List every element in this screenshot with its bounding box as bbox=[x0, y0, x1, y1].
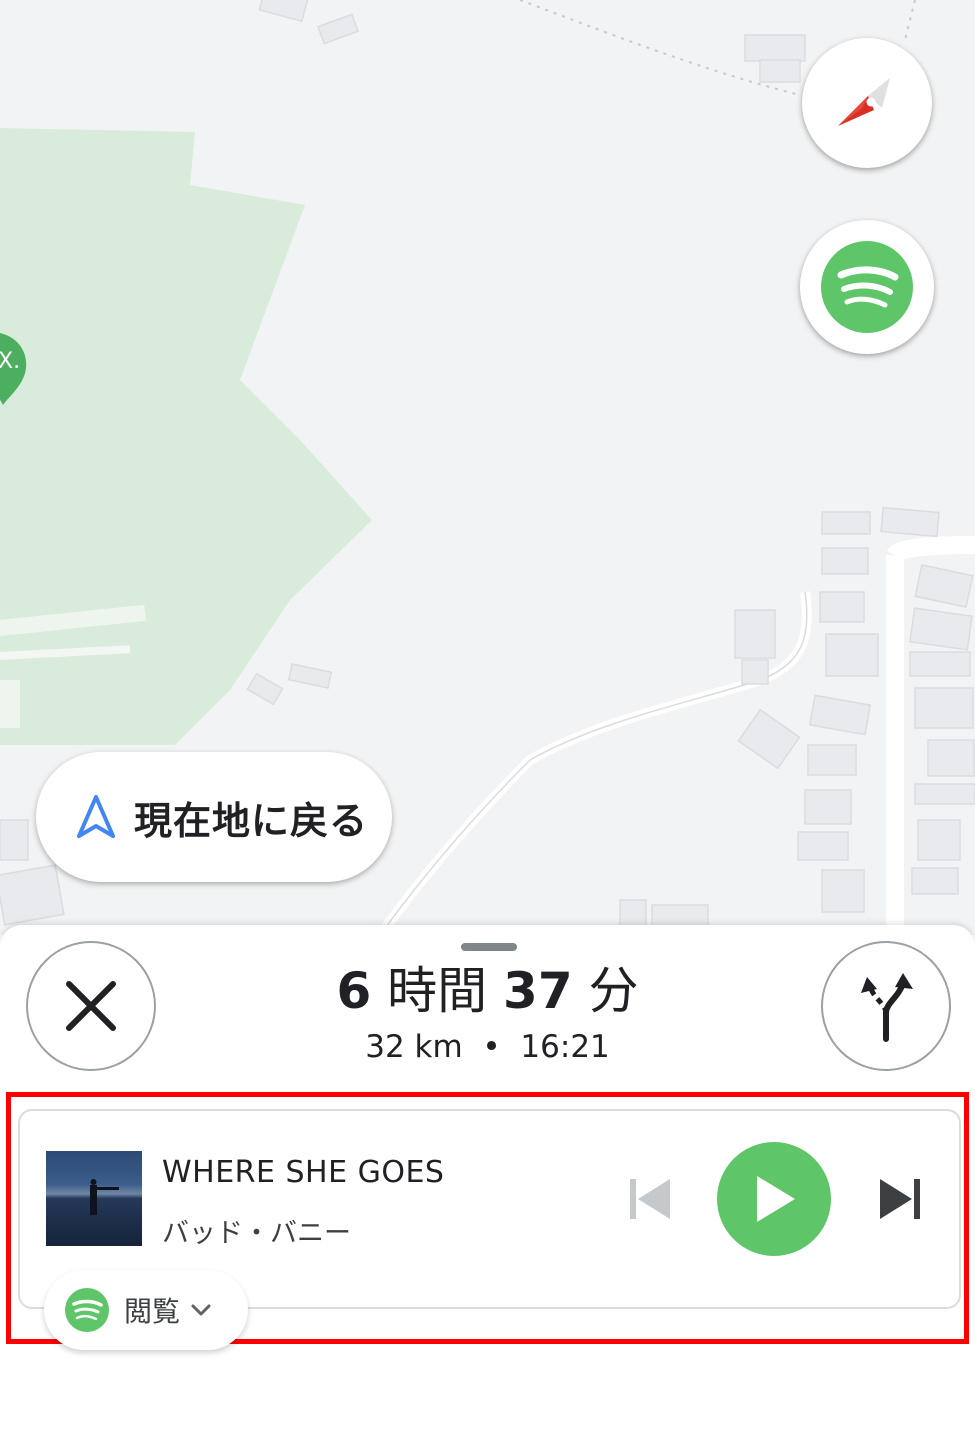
svg-text:X.: X. bbox=[0, 349, 20, 374]
previous-icon bbox=[630, 1179, 670, 1219]
play-icon bbox=[757, 1176, 795, 1222]
next-icon bbox=[880, 1179, 920, 1219]
fork-route-icon bbox=[861, 973, 913, 1042]
next-track-button[interactable] bbox=[876, 1171, 924, 1227]
compass-button[interactable] bbox=[802, 38, 932, 168]
recenter-button[interactable]: 現在地に戻る bbox=[36, 752, 392, 882]
album-art[interactable] bbox=[46, 1151, 142, 1246]
source-label: 閲覧 bbox=[124, 1295, 181, 1328]
spotify-button[interactable] bbox=[800, 220, 934, 354]
sheet-drag-handle[interactable] bbox=[461, 943, 517, 951]
trip-separator: • bbox=[482, 1029, 501, 1065]
spotify-icon bbox=[65, 1288, 109, 1332]
recenter-label: 現在地に戻る bbox=[134, 798, 369, 843]
previous-track-button[interactable] bbox=[626, 1171, 674, 1227]
compass-icon bbox=[838, 78, 890, 126]
track-title: WHERE SHE GOES bbox=[162, 1155, 445, 1190]
media-source-chip[interactable]: 閲覧 bbox=[44, 1270, 248, 1350]
duration-hours-unit: 時間 bbox=[387, 962, 488, 1020]
duration-minutes-unit: 分 bbox=[588, 962, 639, 1020]
trip-distance: 32 km bbox=[365, 1029, 463, 1065]
play-button[interactable] bbox=[717, 1142, 831, 1256]
duration-minutes: 37 bbox=[503, 962, 573, 1020]
chevron-down-icon bbox=[191, 1304, 211, 1316]
duration-hours: 6 bbox=[336, 962, 372, 1020]
track-artist: バッド・バニー bbox=[162, 1218, 351, 1249]
arrival-time: 16:21 bbox=[520, 1029, 610, 1065]
spotify-icon bbox=[821, 241, 913, 333]
alternate-routes-button[interactable] bbox=[821, 941, 951, 1071]
navigation-arrow-icon bbox=[77, 795, 115, 838]
